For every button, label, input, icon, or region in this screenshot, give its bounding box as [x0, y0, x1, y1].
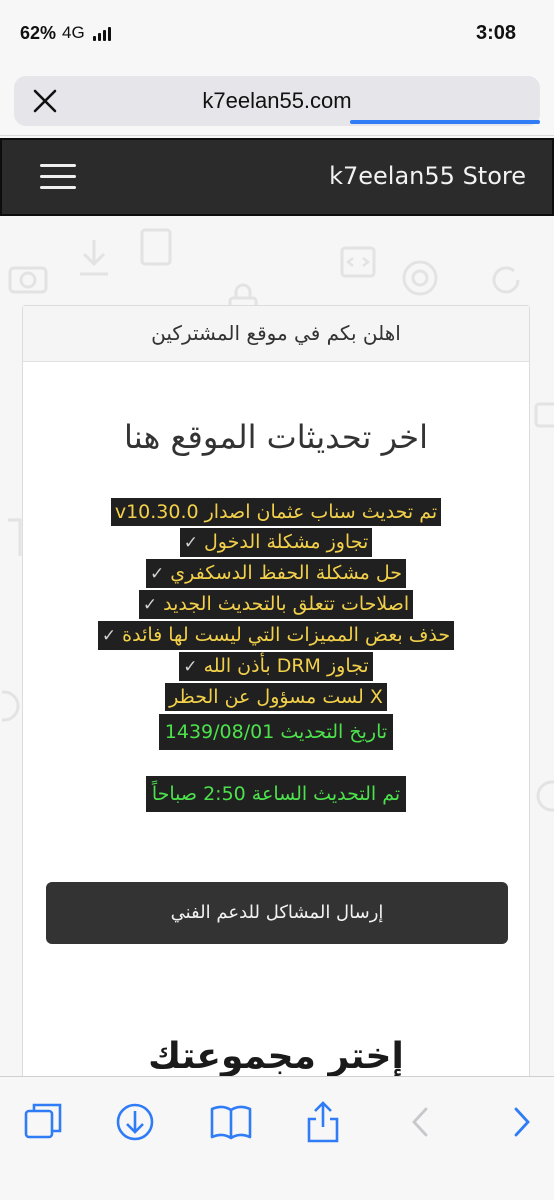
battery-level: 62% — [20, 22, 57, 43]
note-line: حل مشكلة الحفظ الدسكفري ✓ — [145, 559, 407, 588]
note-line: تجاوز مشكلة الدخول ✓ — [179, 528, 373, 557]
update-date: تاريخ التحديث 1439/08/01 — [158, 714, 394, 750]
note-line: تجاوز DRM بأذن الله ✓ — [179, 652, 373, 681]
bookmarks-icon[interactable] — [208, 1099, 254, 1145]
status-left: 62% 4G — [20, 23, 111, 44]
support-button[interactable]: إرسال المشاكل للدعم الفني — [46, 882, 508, 944]
site-brand[interactable]: k7eelan55 Store — [329, 162, 526, 190]
site-navbar: k7eelan55 Store — [0, 138, 554, 216]
choose-group-title: إختر مجموعتك — [148, 1036, 404, 1077]
note-line: اصلاحات تتعلق بالتحديث الجديد ✓ — [138, 590, 414, 619]
note-line: X لست مسؤول عن الحظر — [165, 683, 387, 711]
check-icon: ✓ — [149, 564, 165, 584]
download-icon — [80, 240, 108, 276]
update-notes: تم تحديث سناب عثمان اصدار v10.30.0 تجاوز… — [23, 498, 529, 713]
clipboard-icon — [140, 228, 172, 266]
updates-panel: اهلن بكم في موقع المشتركين اخر تحديثات ا… — [22, 305, 530, 1085]
update-time-line: تم التحديث الساعة 2:50 صباحاً — [23, 776, 529, 812]
check-icon: ✓ — [183, 533, 198, 553]
check-icon: ✓ — [183, 657, 198, 677]
update-time: تم التحديث الساعة 2:50 صباحاً — [145, 776, 407, 812]
address-bar[interactable]: k7eelan55.com — [14, 76, 540, 126]
back-icon[interactable] — [398, 1099, 444, 1145]
check-icon: ✓ — [142, 595, 158, 615]
folder-icon — [534, 402, 554, 428]
forward-icon[interactable] — [498, 1099, 544, 1145]
check-icon: ✓ — [101, 626, 117, 646]
refresh-icon — [492, 266, 520, 294]
note-line: تم تحديث سناب عثمان اصدار v10.30.0 — [110, 498, 442, 526]
tabs-icon[interactable] — [20, 1099, 66, 1145]
network-type: 4G — [62, 23, 85, 42]
note-line: حذف بعض المميزات التي ليست لها فائدة ✓ — [97, 621, 455, 650]
panel-header: اهلن بكم في موقع المشتركين — [23, 306, 529, 362]
signal-icon — [92, 25, 111, 41]
star-icon — [536, 780, 554, 812]
code-icon — [340, 246, 376, 278]
lifebuoy-icon — [402, 260, 438, 296]
download-icon[interactable] — [112, 1099, 158, 1145]
url-text[interactable]: k7eelan55.com — [14, 88, 540, 114]
browser-toolbar — [0, 1076, 554, 1200]
camera-icon — [8, 266, 48, 294]
update-date-line: تاريخ التحديث 1439/08/01 — [23, 714, 529, 750]
browser-address-area: k7eelan55.com — [0, 66, 554, 136]
page-load-progress — [350, 120, 540, 124]
share-icon[interactable] — [300, 1099, 346, 1145]
clock: 3:08 — [475, 21, 516, 44]
hamburger-menu-icon[interactable] — [40, 164, 76, 190]
circle-icon — [2, 690, 20, 722]
status-bar: 62% 4G 3:08 — [0, 0, 554, 66]
pen-icon — [8, 518, 22, 556]
updates-headline: اخر تحديثات الموقع هنا — [124, 418, 428, 456]
